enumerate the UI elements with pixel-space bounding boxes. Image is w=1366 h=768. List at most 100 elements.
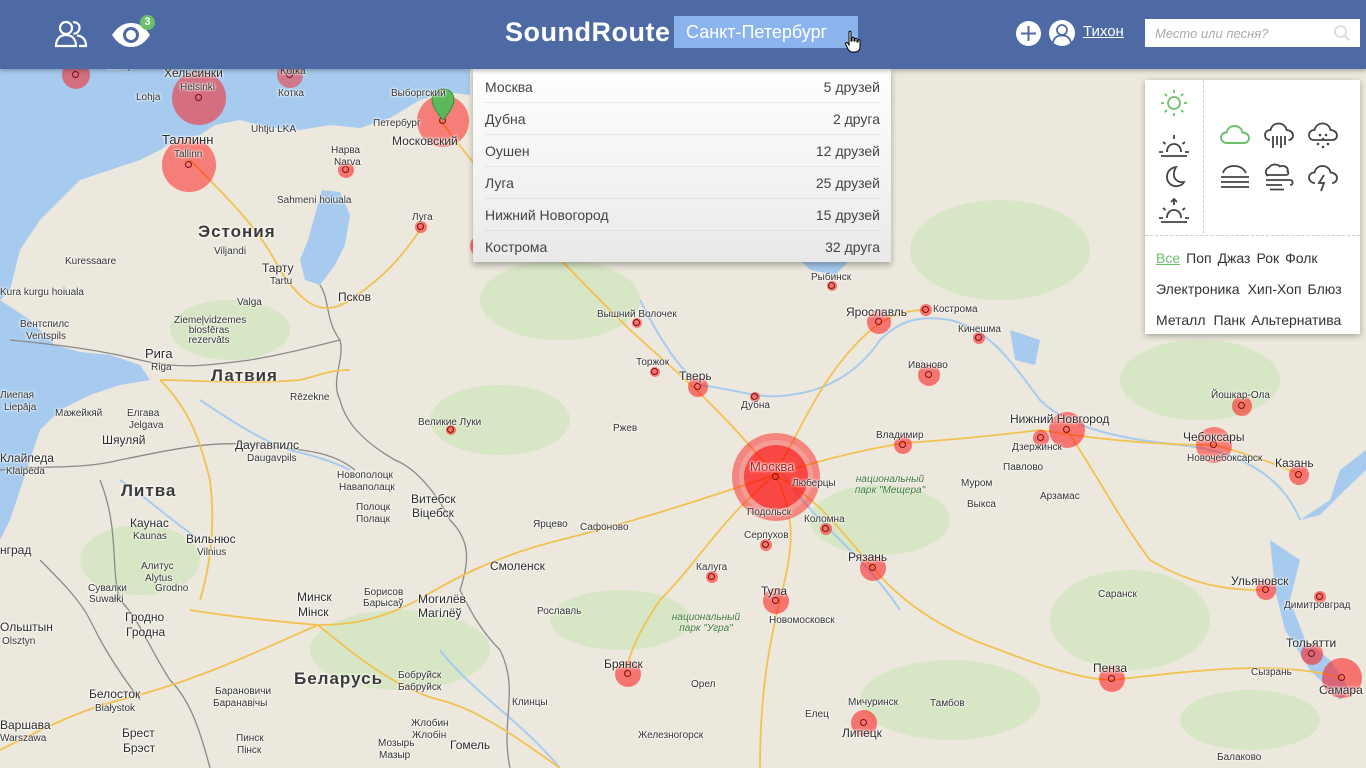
city-label: Брянск — [604, 657, 643, 671]
city-label: Казань — [1275, 456, 1314, 470]
city-label: Шяуляй — [102, 433, 146, 447]
city-label: Клайпеда — [0, 451, 54, 465]
wind-icon[interactable] — [1262, 162, 1296, 192]
city-label: Тамбов — [930, 698, 965, 709]
user-avatar-icon[interactable] — [1048, 19, 1076, 47]
city-label: Минск — [297, 590, 332, 604]
city-label: Выкса — [967, 499, 996, 510]
genre-folk[interactable]: Фолк — [1285, 250, 1317, 266]
country-label: Литва — [121, 481, 177, 500]
dropdown-friends: 15 друзей — [815, 206, 880, 223]
city-label: Баранавічы — [213, 698, 268, 709]
city-label: Лиепая — [0, 390, 35, 401]
city-label: Narva — [334, 157, 361, 168]
city-label: Rēzekne — [290, 392, 330, 403]
park-label: национальный парк "Угра" — [671, 612, 741, 634]
sunset-icon[interactable] — [1157, 130, 1191, 160]
fog-icon[interactable] — [1218, 162, 1252, 192]
dropdown-item[interactable]: Москва 5 друзей — [485, 71, 880, 103]
search-input[interactable] — [1145, 19, 1360, 47]
city-label: Самара — [1319, 683, 1363, 697]
city-label: Владимир — [876, 430, 924, 441]
cloud-icon[interactable] — [1218, 120, 1252, 150]
add-button[interactable] — [1015, 20, 1042, 47]
city-label: Брест — [122, 726, 155, 740]
city-label: Мазыр — [379, 750, 411, 761]
city-label: Подольск — [747, 507, 792, 518]
city-label: Lohja — [136, 92, 161, 103]
city-label: Торжок — [636, 357, 670, 368]
city-label: Дзержинск — [1012, 442, 1062, 453]
city-label: Пенза — [1093, 661, 1128, 675]
sun-icon[interactable] — [1157, 88, 1191, 118]
dropdown-friends: 5 друзей — [823, 78, 880, 95]
city-label: Даугавпилс — [235, 438, 300, 452]
city-label: Новочебоксарск — [1187, 453, 1263, 464]
city-label: Барысаў — [363, 598, 404, 609]
city-label: Kaunas — [133, 531, 167, 542]
city-label: Ziemeļvidzemes biosfēras rezervāts — [174, 315, 247, 346]
city-label: Uhtju LKA — [251, 124, 297, 135]
moon-icon[interactable] — [1157, 162, 1191, 192]
city-label: Борисов — [364, 587, 404, 598]
genre-pop[interactable]: Поп — [1186, 250, 1211, 266]
city-label: Valga — [237, 297, 262, 308]
city-label: Рыбинск — [811, 272, 852, 283]
hotspot-torzhok[interactable] — [650, 367, 660, 377]
sunrise-icon[interactable] — [1157, 196, 1191, 226]
genre-all[interactable]: Все — [1156, 250, 1180, 266]
drizzle-icon[interactable] — [1306, 120, 1340, 150]
dropdown-item[interactable]: Кострома 32 друга — [485, 231, 880, 262]
city-label: Сафоново — [580, 522, 629, 533]
city-label: Ржев — [613, 423, 638, 434]
city-label: Рославль — [537, 606, 582, 617]
dropdown-item[interactable]: Луга 25 друзей — [485, 167, 880, 199]
dropdown-item[interactable]: Нижний Новогород 15 друзей — [485, 199, 880, 231]
city-label: Ярцево — [533, 519, 568, 530]
city-label: Vilnius — [197, 547, 227, 558]
genre-jazz[interactable]: Джаз — [1218, 250, 1251, 266]
genre-filter: Все Поп Джаз Рок Фолк Электроника Хип-Хо… — [1145, 235, 1360, 335]
city-label: Ульяновск — [1231, 574, 1289, 588]
genre-alternative[interactable]: Альтернатива — [1251, 312, 1341, 328]
city-label: Псков — [338, 290, 372, 304]
hotspot-kostroma[interactable] — [920, 304, 932, 316]
search-icon[interactable] — [1333, 24, 1351, 42]
dropdown-item[interactable]: Оушен 12 друзей — [485, 135, 880, 167]
city-label: Пінск — [237, 745, 262, 756]
dropdown-friends: 25 друзей — [815, 174, 880, 191]
city-label: Котка — [278, 88, 304, 99]
city-label: Мінск — [298, 605, 329, 619]
genre-electronic[interactable]: Электроника — [1156, 281, 1240, 297]
username-link[interactable]: Тихон — [1083, 23, 1124, 40]
city-label: Вышний Волочек — [597, 309, 677, 320]
genre-blues[interactable]: Блюз — [1308, 281, 1342, 297]
city-label: Мажейкяй — [55, 408, 103, 419]
city-label: Гомель — [450, 738, 491, 752]
city-label: Сызрань — [1251, 667, 1292, 678]
dropdown-city: Оушен — [485, 142, 530, 159]
city-label: Луга — [412, 212, 433, 223]
rain-icon[interactable] — [1262, 120, 1296, 150]
thunderstorm-icon[interactable] — [1306, 162, 1340, 192]
city-label: Viljandi — [214, 246, 247, 257]
city-label: Новомосковск — [769, 615, 835, 626]
city-label: Великие Луки — [418, 417, 482, 428]
city-label: Могилёв — [418, 592, 466, 606]
city-label: Москва — [750, 459, 795, 474]
city-selector[interactable]: Санкт-Петербург — [674, 16, 858, 48]
genre-hiphop[interactable]: Хип-Хоп — [1248, 281, 1302, 297]
genre-rock[interactable]: Рок — [1256, 250, 1279, 266]
city-label: Клинцы — [512, 697, 548, 708]
friends-icon[interactable] — [54, 18, 88, 50]
city-label: Мозырь — [378, 738, 415, 749]
genre-punk[interactable]: Панк — [1214, 312, 1246, 328]
genre-metal[interactable]: Металл — [1156, 312, 1206, 328]
dropdown-city: Нижний Новогород — [485, 206, 609, 223]
hand-cursor-icon — [844, 30, 861, 53]
city-label: Кострома — [933, 304, 978, 315]
city-label: Suwałki — [89, 594, 124, 605]
city-label: Olsztyn — [2, 636, 36, 647]
dropdown-item[interactable]: Дубна 2 друга — [485, 103, 880, 135]
app-logo[interactable]: SoundRoute — [505, 17, 670, 48]
